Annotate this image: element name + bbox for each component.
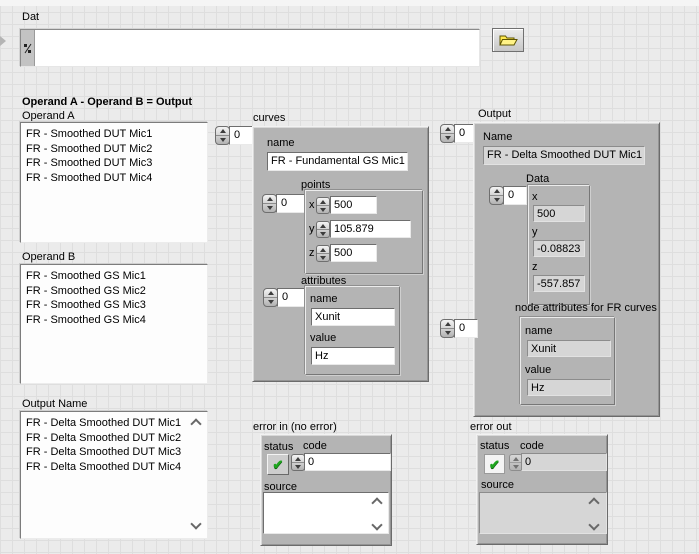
- points-index-spinner[interactable]: [262, 194, 277, 213]
- attribute-name-label: name: [310, 293, 338, 305]
- node-attribute-name-label: name: [525, 325, 553, 337]
- attribute-value-label: value: [310, 332, 336, 344]
- data-index-value[interactable]: 0: [503, 186, 527, 205]
- section-title: Operand A - Operand B = Output: [22, 96, 192, 108]
- path-input[interactable]: [35, 30, 479, 66]
- list-item: FR - Smoothed DUT Mic2: [26, 142, 207, 157]
- error-out-source-label: source: [481, 479, 514, 491]
- data-z-field: -557.857: [533, 275, 585, 292]
- point-y-label: y: [309, 223, 315, 235]
- error-out-source-field: [479, 492, 607, 534]
- node-attributes-index-spinner[interactable]: [440, 319, 455, 338]
- operand-a-label: Operand A: [22, 110, 75, 122]
- path-control[interactable]: [20, 29, 480, 67]
- curves-label: curves: [253, 112, 285, 124]
- path-type-icon: [24, 43, 32, 54]
- list-item: FR - Smoothed GS Mic3: [26, 298, 207, 313]
- output-name-label: Output Name: [22, 398, 87, 410]
- scroll-down-icon[interactable]: [190, 518, 201, 529]
- attribute-name-field[interactable]: Xunit: [311, 308, 395, 326]
- output-label: Output: [478, 108, 511, 120]
- error-in-source-field[interactable]: [263, 492, 389, 534]
- list-item: FR - Smoothed DUT Mic3: [26, 156, 207, 171]
- check-icon: ✔: [273, 458, 284, 471]
- output-name-field-label: Name: [483, 131, 512, 143]
- data-z-label: z: [532, 261, 538, 273]
- point-z-field[interactable]: 500: [330, 244, 377, 262]
- data-label: Data: [526, 173, 549, 185]
- error-in-code-spinner[interactable]: [291, 454, 305, 471]
- curve-name-label: name: [267, 137, 295, 149]
- error-out-label: error out: [470, 421, 512, 433]
- check-icon: ✔: [489, 458, 500, 471]
- points-index-value[interactable]: 0: [276, 194, 306, 213]
- point-x-label: x: [309, 199, 315, 211]
- point-x-spinner[interactable]: [316, 197, 330, 214]
- node-attribute-value-field: Hz: [527, 379, 611, 396]
- list-item: FR - Delta Smoothed DUT Mic2: [26, 431, 207, 446]
- point-z-spinner[interactable]: [316, 245, 330, 262]
- labview-front-panel: Dat Operand A - Operand B = Output Opera…: [0, 0, 699, 554]
- operand-b-label: Operand B: [22, 251, 75, 263]
- output-name-list[interactable]: FR - Delta Smoothed DUT Mic1 FR - Delta …: [20, 411, 208, 539]
- list-item: FR - Smoothed GS Mic4: [26, 313, 207, 328]
- data-x-field: 500: [533, 205, 585, 222]
- path-label: Dat: [22, 11, 39, 23]
- window-top-edge: [0, 0, 699, 6]
- list-item: FR - Delta Smoothed DUT Mic3: [26, 445, 207, 460]
- list-item: FR - Smoothed GS Mic2: [26, 284, 207, 299]
- node-attributes-label: node attributes for FR curves: [515, 302, 657, 314]
- error-in-code-label: code: [303, 440, 327, 452]
- point-y-field[interactable]: 105.879: [330, 220, 411, 238]
- data-y-label: y: [532, 226, 538, 238]
- operand-b-list[interactable]: FR - Smoothed GS Mic1 FR - Smoothed GS M…: [20, 264, 208, 384]
- error-in-label: error in (no error): [253, 421, 337, 433]
- point-z-label: z: [309, 247, 315, 259]
- output-index-spinner[interactable]: [440, 124, 455, 143]
- browse-button[interactable]: [492, 28, 524, 52]
- error-in-status-button[interactable]: ✔: [267, 454, 289, 475]
- error-out-status-label: status: [480, 440, 509, 452]
- error-out-code-field: 0: [521, 453, 607, 471]
- curve-name-field[interactable]: FR - Fundamental GS Mic1: [267, 152, 408, 171]
- folder-open-icon: [499, 34, 518, 47]
- attribute-value-field[interactable]: Hz: [311, 347, 395, 365]
- error-in-status-label: status: [264, 441, 293, 453]
- data-index-spinner[interactable]: [489, 186, 504, 205]
- error-out-status-indicator: ✔: [484, 454, 505, 474]
- point-y-spinner[interactable]: [316, 221, 330, 238]
- node-attribute-name-field: Xunit: [527, 340, 611, 357]
- point-x-field[interactable]: 500: [330, 196, 377, 214]
- panel-edge-arrow: [0, 36, 6, 46]
- attributes-index-value[interactable]: 0: [277, 288, 307, 307]
- list-item: FR - Delta Smoothed DUT Mic1: [26, 416, 207, 431]
- list-item: FR - Delta Smoothed DUT Mic4: [26, 460, 207, 475]
- output-name-field: FR - Delta Smoothed DUT Mic1: [483, 146, 645, 165]
- node-attribute-value-label: value: [525, 364, 551, 376]
- error-out-code-label: code: [520, 440, 544, 452]
- data-x-label: x: [532, 191, 538, 203]
- attributes-index-spinner[interactable]: [263, 288, 278, 307]
- list-item: FR - Smoothed DUT Mic1: [26, 127, 207, 142]
- path-type-strip: [21, 30, 35, 66]
- data-y-field: -0.08823: [533, 240, 585, 257]
- list-item: FR - Smoothed GS Mic1: [26, 269, 207, 284]
- operand-a-list[interactable]: FR - Smoothed DUT Mic1 FR - Smoothed DUT…: [20, 122, 208, 243]
- error-in-code-field[interactable]: 0: [304, 453, 391, 471]
- node-attributes-index-value[interactable]: 0: [454, 319, 478, 338]
- curves-index-spinner[interactable]: [215, 126, 230, 145]
- list-item: FR - Smoothed DUT Mic4: [26, 171, 207, 186]
